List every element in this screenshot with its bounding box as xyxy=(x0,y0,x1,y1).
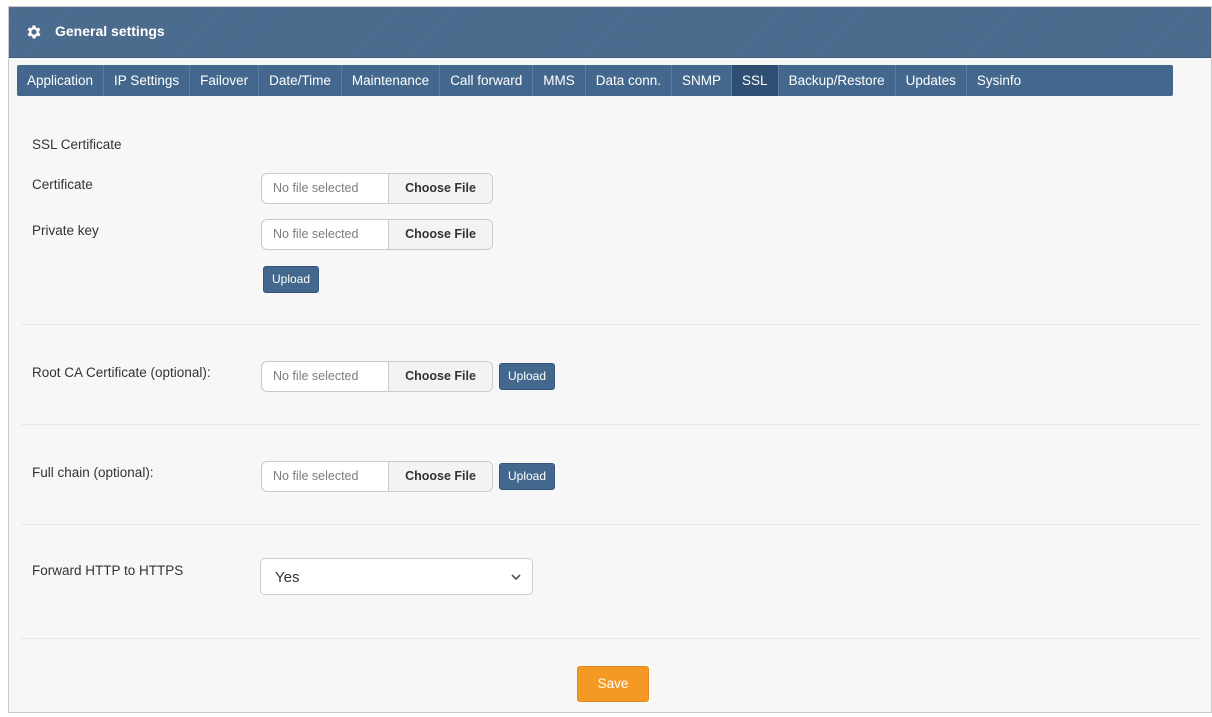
root-ca-upload-button[interactable]: Upload xyxy=(499,363,556,390)
root-ca-choose-file-button[interactable]: Choose File xyxy=(388,362,492,391)
panel-header: General settings xyxy=(9,7,1211,58)
root-ca-file-status: No file selected xyxy=(273,369,359,383)
tab-application[interactable]: Application xyxy=(17,65,105,96)
tab-snmp[interactable]: SNMP xyxy=(672,65,733,96)
divider xyxy=(21,638,1201,639)
tab-backup-restore[interactable]: Backup/Restore xyxy=(779,65,896,96)
full-chain-label: Full chain (optional): xyxy=(32,465,154,480)
general-settings-panel: General settings Application IP Settings… xyxy=(8,6,1212,713)
certificate-label: Certificate xyxy=(32,177,93,192)
tab-ip-settings[interactable]: IP Settings xyxy=(104,65,191,96)
tab-call-forward[interactable]: Call forward xyxy=(440,65,534,96)
section-title: SSL Certificate xyxy=(32,137,122,152)
forward-http-label: Forward HTTP to HTTPS xyxy=(32,563,184,578)
certificate-file-status: No file selected xyxy=(273,181,359,195)
full-chain-file-status: No file selected xyxy=(273,469,359,483)
ssl-upload-button[interactable]: Upload xyxy=(263,266,320,293)
divider xyxy=(21,424,1201,425)
tab-data-conn[interactable]: Data conn. xyxy=(586,65,673,96)
tab-updates[interactable]: Updates xyxy=(896,65,967,96)
settings-tabs: Application IP Settings Failover Date/Ti… xyxy=(17,65,1173,96)
tab-mms[interactable]: MMS xyxy=(533,65,586,96)
private-key-choose-file-button[interactable]: Choose File xyxy=(388,220,492,249)
divider xyxy=(21,324,1201,325)
gear-icon xyxy=(27,25,41,39)
root-ca-file-input[interactable]: No file selected Choose File xyxy=(261,361,493,392)
full-chain-upload-button[interactable]: Upload xyxy=(499,463,556,490)
tab-sysinfo[interactable]: Sysinfo xyxy=(967,65,1031,96)
tab-date-time[interactable]: Date/Time xyxy=(259,65,342,96)
root-ca-label: Root CA Certificate (optional): xyxy=(32,365,211,380)
private-key-label: Private key xyxy=(32,223,99,238)
tab-maintenance[interactable]: Maintenance xyxy=(342,65,441,96)
chevron-down-icon xyxy=(511,574,521,581)
save-button[interactable]: Save xyxy=(577,666,649,702)
full-chain-choose-file-button[interactable]: Choose File xyxy=(388,462,492,491)
private-key-file-status: No file selected xyxy=(273,227,359,241)
forward-http-value: Yes xyxy=(275,569,300,586)
ssl-settings-content: SSL Certificate Certificate No file sele… xyxy=(9,103,1211,712)
divider xyxy=(21,524,1201,525)
panel-title: General settings xyxy=(55,23,165,39)
certificate-file-input[interactable]: No file selected Choose File xyxy=(261,173,493,204)
private-key-file-input[interactable]: No file selected Choose File xyxy=(261,219,493,250)
forward-http-select[interactable]: Yes xyxy=(260,558,533,595)
tab-failover[interactable]: Failover xyxy=(190,65,260,96)
tab-ssl[interactable]: SSL xyxy=(732,65,779,96)
full-chain-file-input[interactable]: No file selected Choose File xyxy=(261,461,493,492)
certificate-choose-file-button[interactable]: Choose File xyxy=(388,174,492,203)
